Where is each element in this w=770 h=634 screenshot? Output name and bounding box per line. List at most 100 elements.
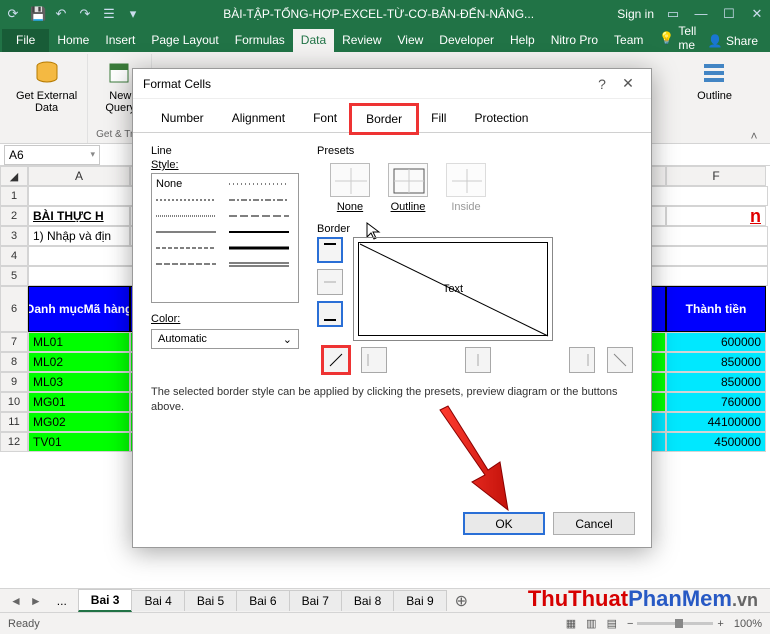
- touchmode-icon[interactable]: ☰: [102, 6, 116, 22]
- style-opt[interactable]: [229, 178, 294, 190]
- dlg-tab-font[interactable]: Font: [299, 105, 351, 132]
- autosave-icon[interactable]: ⟳: [6, 6, 20, 22]
- zoom-slider[interactable]: −+: [627, 618, 724, 630]
- close-icon[interactable]: ✕: [750, 6, 764, 22]
- dialog-titlebar[interactable]: Format Cells ? ✕: [133, 69, 651, 99]
- get-external-data-button[interactable]: Get External Data: [12, 56, 81, 116]
- cell-f8[interactable]: 850000: [666, 352, 766, 372]
- cell-f2[interactable]: n: [666, 206, 766, 226]
- cell-a9[interactable]: ML03: [28, 372, 130, 392]
- row-header-11[interactable]: 11: [0, 412, 28, 432]
- name-box-dropdown-icon[interactable]: ▾: [90, 149, 95, 160]
- color-dropdown[interactable]: Automatic⌄: [151, 329, 299, 349]
- cell-a2[interactable]: BÀI THỰC H: [28, 206, 130, 226]
- dialog-help-icon[interactable]: ?: [589, 76, 615, 92]
- header-thanh-tien[interactable]: Thành tiền: [666, 286, 766, 332]
- sheet-tab-bai9[interactable]: Bai 9: [393, 590, 446, 611]
- border-right-button[interactable]: [569, 347, 595, 373]
- tab-team[interactable]: Team: [606, 29, 651, 52]
- cell-a3[interactable]: 1) Nhập và địn: [28, 226, 130, 246]
- ok-button[interactable]: OK: [463, 512, 545, 535]
- new-sheet-icon[interactable]: ⊕: [447, 591, 476, 611]
- dlg-tab-number[interactable]: Number: [147, 105, 218, 132]
- sheet-nav-prev-icon[interactable]: ◄: [6, 594, 26, 608]
- collapse-ribbon-icon[interactable]: ˄: [744, 54, 764, 143]
- dlg-tab-fill[interactable]: Fill: [417, 105, 460, 132]
- name-box[interactable]: A6▾: [4, 145, 100, 165]
- row-header-1[interactable]: 1: [0, 186, 28, 206]
- maximize-icon[interactable]: ☐: [722, 6, 736, 22]
- sheet-nav-next-icon[interactable]: ►: [26, 594, 46, 608]
- row-header-12[interactable]: 12: [0, 432, 28, 452]
- tab-home[interactable]: Home: [49, 29, 97, 52]
- col-header-f[interactable]: F: [666, 166, 766, 186]
- tab-view[interactable]: View: [390, 29, 432, 52]
- row-header-5[interactable]: 5: [0, 266, 28, 286]
- qat-dropdown-icon[interactable]: ▾: [126, 6, 140, 22]
- sheet-tab-bai5[interactable]: Bai 5: [184, 590, 237, 611]
- preset-none[interactable]: None: [327, 163, 373, 213]
- share-button[interactable]: 👤 Share: [698, 30, 768, 52]
- preset-inside[interactable]: Inside: [443, 163, 489, 213]
- border-diag-down-button[interactable]: [607, 347, 633, 373]
- style-opt[interactable]: [156, 194, 221, 206]
- tell-me[interactable]: 💡Tell me: [651, 24, 697, 52]
- border-middle-h-button[interactable]: [317, 269, 343, 295]
- line-style-picker[interactable]: None: [151, 173, 299, 303]
- style-opt[interactable]: [156, 226, 221, 238]
- sign-in-link[interactable]: Sign in: [617, 7, 654, 21]
- dlg-tab-border[interactable]: Border: [351, 105, 417, 133]
- sheet-tab-bai4[interactable]: Bai 4: [131, 590, 184, 611]
- style-opt[interactable]: [156, 258, 221, 270]
- zoom-level[interactable]: 100%: [734, 618, 762, 630]
- style-opt[interactable]: [156, 210, 221, 222]
- view-normal-icon[interactable]: ▦: [566, 617, 576, 630]
- style-none[interactable]: None: [156, 178, 221, 190]
- row-header-2[interactable]: 2: [0, 206, 28, 226]
- border-preview[interactable]: Text: [353, 237, 553, 341]
- style-opt[interactable]: [229, 210, 294, 222]
- dlg-tab-alignment[interactable]: Alignment: [218, 105, 299, 132]
- border-left-button[interactable]: [361, 347, 387, 373]
- cancel-button[interactable]: Cancel: [553, 512, 635, 535]
- style-opt[interactable]: [229, 242, 294, 254]
- row-header-7[interactable]: 7: [0, 332, 28, 352]
- border-bottom-button[interactable]: [317, 301, 343, 327]
- row-header-9[interactable]: 9: [0, 372, 28, 392]
- preset-outline[interactable]: Outline: [385, 163, 431, 213]
- tab-review[interactable]: Review: [334, 29, 389, 52]
- view-break-icon[interactable]: ▤: [607, 617, 617, 630]
- undo-icon[interactable]: ↶: [54, 6, 68, 22]
- tab-data[interactable]: Data: [293, 29, 334, 52]
- redo-icon[interactable]: ↷: [78, 6, 92, 22]
- sheet-tab-bai6[interactable]: Bai 6: [236, 590, 289, 611]
- sheet-ellipsis[interactable]: ...: [45, 591, 79, 611]
- col-header-a[interactable]: A: [28, 166, 130, 186]
- border-middle-v-button[interactable]: [465, 347, 491, 373]
- tab-insert[interactable]: Insert: [97, 29, 143, 52]
- row-header-10[interactable]: 10: [0, 392, 28, 412]
- tab-nitro[interactable]: Nitro Pro: [543, 29, 606, 52]
- cell-f9[interactable]: 850000: [666, 372, 766, 392]
- style-opt[interactable]: [229, 258, 294, 270]
- cell-a11[interactable]: MG02: [28, 412, 130, 432]
- header-danh-muc[interactable]: Danh mụcMã hàng: [28, 286, 130, 332]
- border-diag-up-button[interactable]: [323, 347, 349, 373]
- tab-help[interactable]: Help: [502, 29, 543, 52]
- cell-a12[interactable]: TV01: [28, 432, 130, 452]
- cell-f7[interactable]: 600000: [666, 332, 766, 352]
- cell-f10[interactable]: 760000: [666, 392, 766, 412]
- tab-formulas[interactable]: Formulas: [227, 29, 293, 52]
- zoom-out-icon[interactable]: −: [627, 618, 633, 630]
- sheet-tab-bai3[interactable]: Bai 3: [78, 589, 133, 612]
- cell-a10[interactable]: MG01: [28, 392, 130, 412]
- border-top-button[interactable]: [317, 237, 343, 263]
- tab-file[interactable]: File: [2, 29, 49, 52]
- style-opt[interactable]: [229, 226, 294, 238]
- view-page-icon[interactable]: ▥: [586, 617, 596, 630]
- select-all-corner[interactable]: ◢: [0, 166, 28, 186]
- tab-page-layout[interactable]: Page Layout: [143, 29, 226, 52]
- sheet-tab-bai8[interactable]: Bai 8: [341, 590, 394, 611]
- dialog-close-icon[interactable]: ✕: [615, 75, 641, 92]
- cell-f12[interactable]: 4500000: [666, 432, 766, 452]
